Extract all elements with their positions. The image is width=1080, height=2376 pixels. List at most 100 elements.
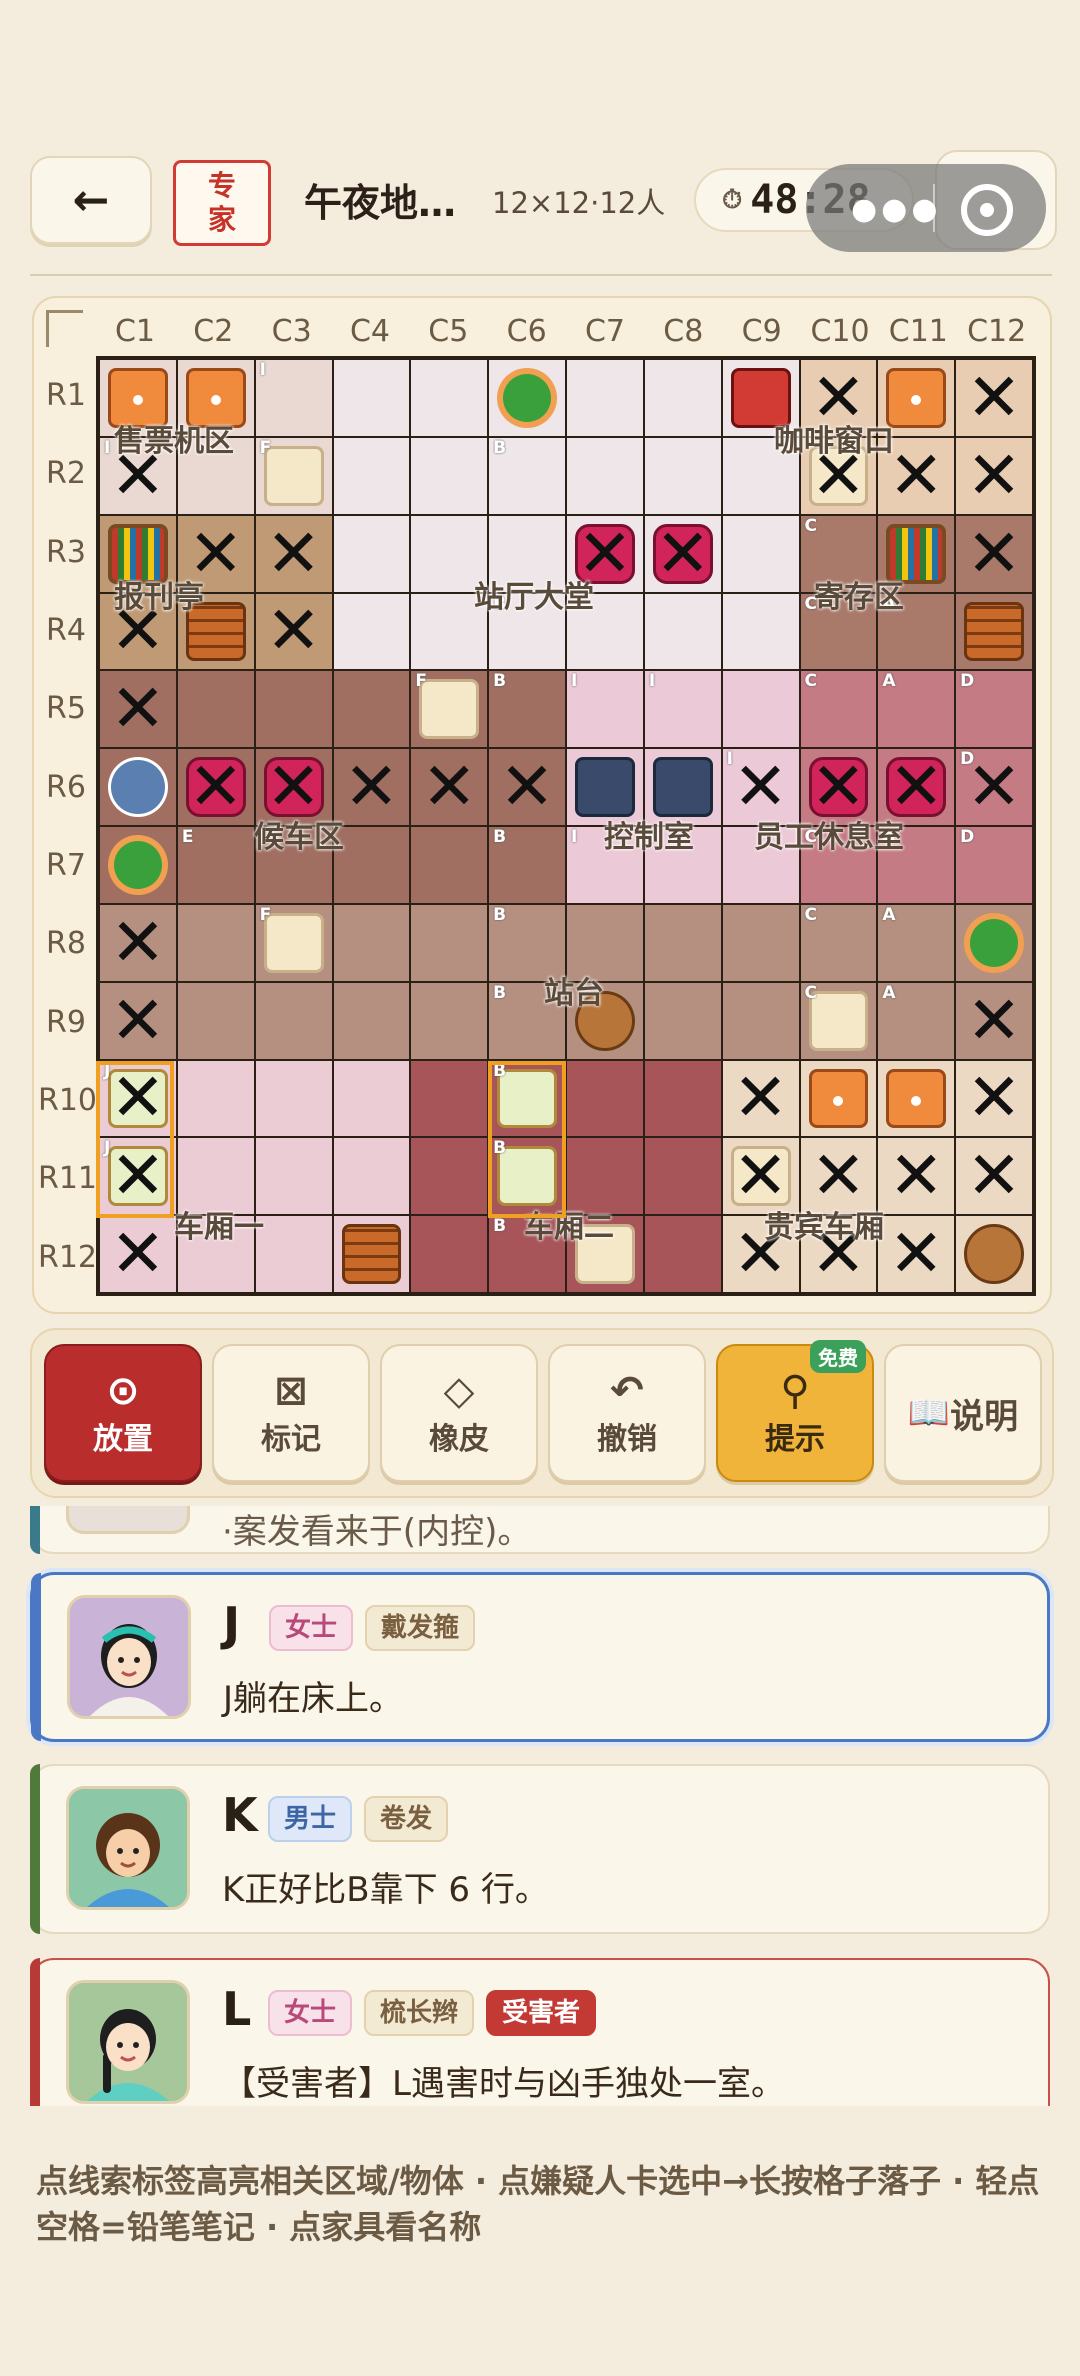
- board-cell[interactable]: I: [255, 360, 332, 436]
- board-cell[interactable]: B: [489, 671, 565, 748]
- board-cell[interactable]: B: [489, 437, 565, 514]
- board-cell[interactable]: [411, 360, 488, 436]
- board-cell[interactable]: J ✕: [100, 1060, 176, 1137]
- barrel-icon[interactable]: [964, 1224, 1024, 1284]
- mark-button[interactable]: ⊠ 标记: [212, 1344, 370, 1482]
- person-icon[interactable]: [108, 757, 168, 817]
- board-cell[interactable]: [333, 671, 410, 748]
- board-cell[interactable]: [956, 904, 1032, 981]
- board-cell[interactable]: [333, 1216, 410, 1292]
- board-cell[interactable]: [722, 982, 799, 1059]
- suspect-card-partial[interactable]: ·案发看来于(内控)。: [30, 1506, 1050, 1554]
- chair-icon[interactable]: [419, 679, 480, 740]
- board-cell[interactable]: ✕: [722, 1060, 799, 1137]
- chair-icon[interactable]: [808, 990, 869, 1051]
- board-cell[interactable]: A: [878, 904, 955, 981]
- board-cell[interactable]: ✕: [878, 1216, 955, 1292]
- crate-icon[interactable]: [964, 601, 1024, 662]
- board-cell[interactable]: [333, 437, 410, 514]
- board-cell[interactable]: B: [489, 827, 565, 903]
- board-cell[interactable]: [255, 671, 332, 748]
- board-cell[interactable]: ✕: [956, 360, 1032, 436]
- board-cell[interactable]: [177, 982, 254, 1059]
- board-cell[interactable]: C: [800, 982, 877, 1059]
- board-cell[interactable]: D ✕: [956, 749, 1032, 825]
- board-cell[interactable]: [567, 360, 643, 436]
- bed-icon[interactable]: [497, 1146, 557, 1207]
- board-cell[interactable]: I: [567, 671, 643, 748]
- board-cell[interactable]: [177, 671, 254, 748]
- board-cell[interactable]: J ✕: [100, 1138, 176, 1215]
- board-cell[interactable]: [411, 827, 488, 903]
- trait-tag[interactable]: 卷发: [364, 1796, 449, 1842]
- board-cell[interactable]: C: [800, 904, 877, 981]
- table-icon[interactable]: [886, 368, 947, 428]
- close-mini-program-icon[interactable]: [961, 184, 1013, 236]
- place-button[interactable]: ⊙ 放置: [44, 1344, 202, 1482]
- trait-tag[interactable]: 戴发箍: [365, 1605, 476, 1651]
- board-cell[interactable]: [878, 1060, 955, 1137]
- board-cell[interactable]: [567, 437, 643, 514]
- board-cell[interactable]: ✕: [100, 904, 176, 981]
- board-cell[interactable]: ✕: [177, 749, 254, 825]
- board-cell[interactable]: ✕: [255, 593, 332, 670]
- board-cell[interactable]: [333, 360, 410, 436]
- board-cell[interactable]: I: [644, 671, 721, 748]
- board-cell[interactable]: [800, 1060, 877, 1137]
- board-cell[interactable]: [333, 1060, 410, 1137]
- board-cell[interactable]: B: [489, 1060, 565, 1137]
- suspect-clue[interactable]: J躺在床上。: [223, 1671, 403, 1720]
- board-cell[interactable]: [333, 982, 410, 1059]
- suspect-card-j[interactable]: J 女士 戴发箍 J躺在床上。: [30, 1572, 1050, 1742]
- board-cell[interactable]: ✕: [100, 671, 176, 748]
- board-cell[interactable]: [956, 1216, 1032, 1292]
- mini-program-capsule[interactable]: ●●●: [806, 164, 1046, 252]
- board-cell[interactable]: [411, 982, 488, 1059]
- board-cell[interactable]: D: [956, 671, 1032, 748]
- gender-tag[interactable]: 女士: [268, 1990, 353, 2036]
- board-cell[interactable]: [333, 515, 410, 592]
- board-cell[interactable]: [177, 1060, 254, 1137]
- board-cell[interactable]: [411, 1216, 488, 1292]
- board-cell[interactable]: [956, 593, 1032, 670]
- board-cell[interactable]: [567, 1060, 643, 1137]
- control-icon[interactable]: [575, 757, 635, 817]
- board-cell[interactable]: ✕: [411, 749, 488, 825]
- board-cell[interactable]: ✕: [100, 1216, 176, 1292]
- undo-button[interactable]: ↶ 撤销: [548, 1344, 706, 1482]
- board-cell[interactable]: ✕: [644, 515, 721, 592]
- table-icon[interactable]: [886, 1068, 947, 1129]
- board-cell[interactable]: ✕: [255, 515, 332, 592]
- board-cell[interactable]: ✕: [878, 1138, 955, 1215]
- board-cell[interactable]: ✕: [956, 982, 1032, 1059]
- board-cell[interactable]: [644, 360, 721, 436]
- board-cell[interactable]: [644, 982, 721, 1059]
- board-cell[interactable]: D: [956, 827, 1032, 903]
- board-cell[interactable]: [411, 1138, 488, 1215]
- help-button[interactable]: 📖 说明: [884, 1344, 1042, 1482]
- plant-icon[interactable]: [108, 835, 168, 895]
- board-cell[interactable]: [411, 1060, 488, 1137]
- board-cell[interactable]: ✕: [956, 1060, 1032, 1137]
- board-cell[interactable]: [411, 904, 488, 981]
- board-cell[interactable]: A: [878, 982, 955, 1059]
- gender-tag[interactable]: 女士: [269, 1605, 354, 1651]
- board-cell[interactable]: [100, 827, 176, 903]
- board-cell[interactable]: F: [255, 437, 332, 514]
- board-cell[interactable]: [255, 1138, 332, 1215]
- board-cell[interactable]: [255, 982, 332, 1059]
- trait-tag[interactable]: 梳长辫: [364, 1990, 475, 2036]
- suspect-card-k[interactable]: K 男士 卷发 K正好比B靠下 6 行。: [30, 1764, 1050, 1934]
- board-cell[interactable]: ✕: [956, 1138, 1032, 1215]
- more-icon[interactable]: ●●●: [851, 192, 942, 227]
- board-cell[interactable]: ✕: [956, 437, 1032, 514]
- suspect-list[interactable]: ·案发看来于(内控)。 J 女士 戴发箍 J躺在床上。 K 男士 卷发 K正好比…: [0, 1506, 1080, 2106]
- board-cell[interactable]: [255, 1216, 332, 1292]
- board-cell[interactable]: [644, 1216, 721, 1292]
- board-cell[interactable]: [333, 827, 410, 903]
- board-cell[interactable]: [722, 671, 799, 748]
- board-cell[interactable]: [411, 437, 488, 514]
- board-cell[interactable]: F: [255, 904, 332, 981]
- board-cell[interactable]: F: [411, 671, 488, 748]
- back-button[interactable]: ←: [30, 156, 152, 244]
